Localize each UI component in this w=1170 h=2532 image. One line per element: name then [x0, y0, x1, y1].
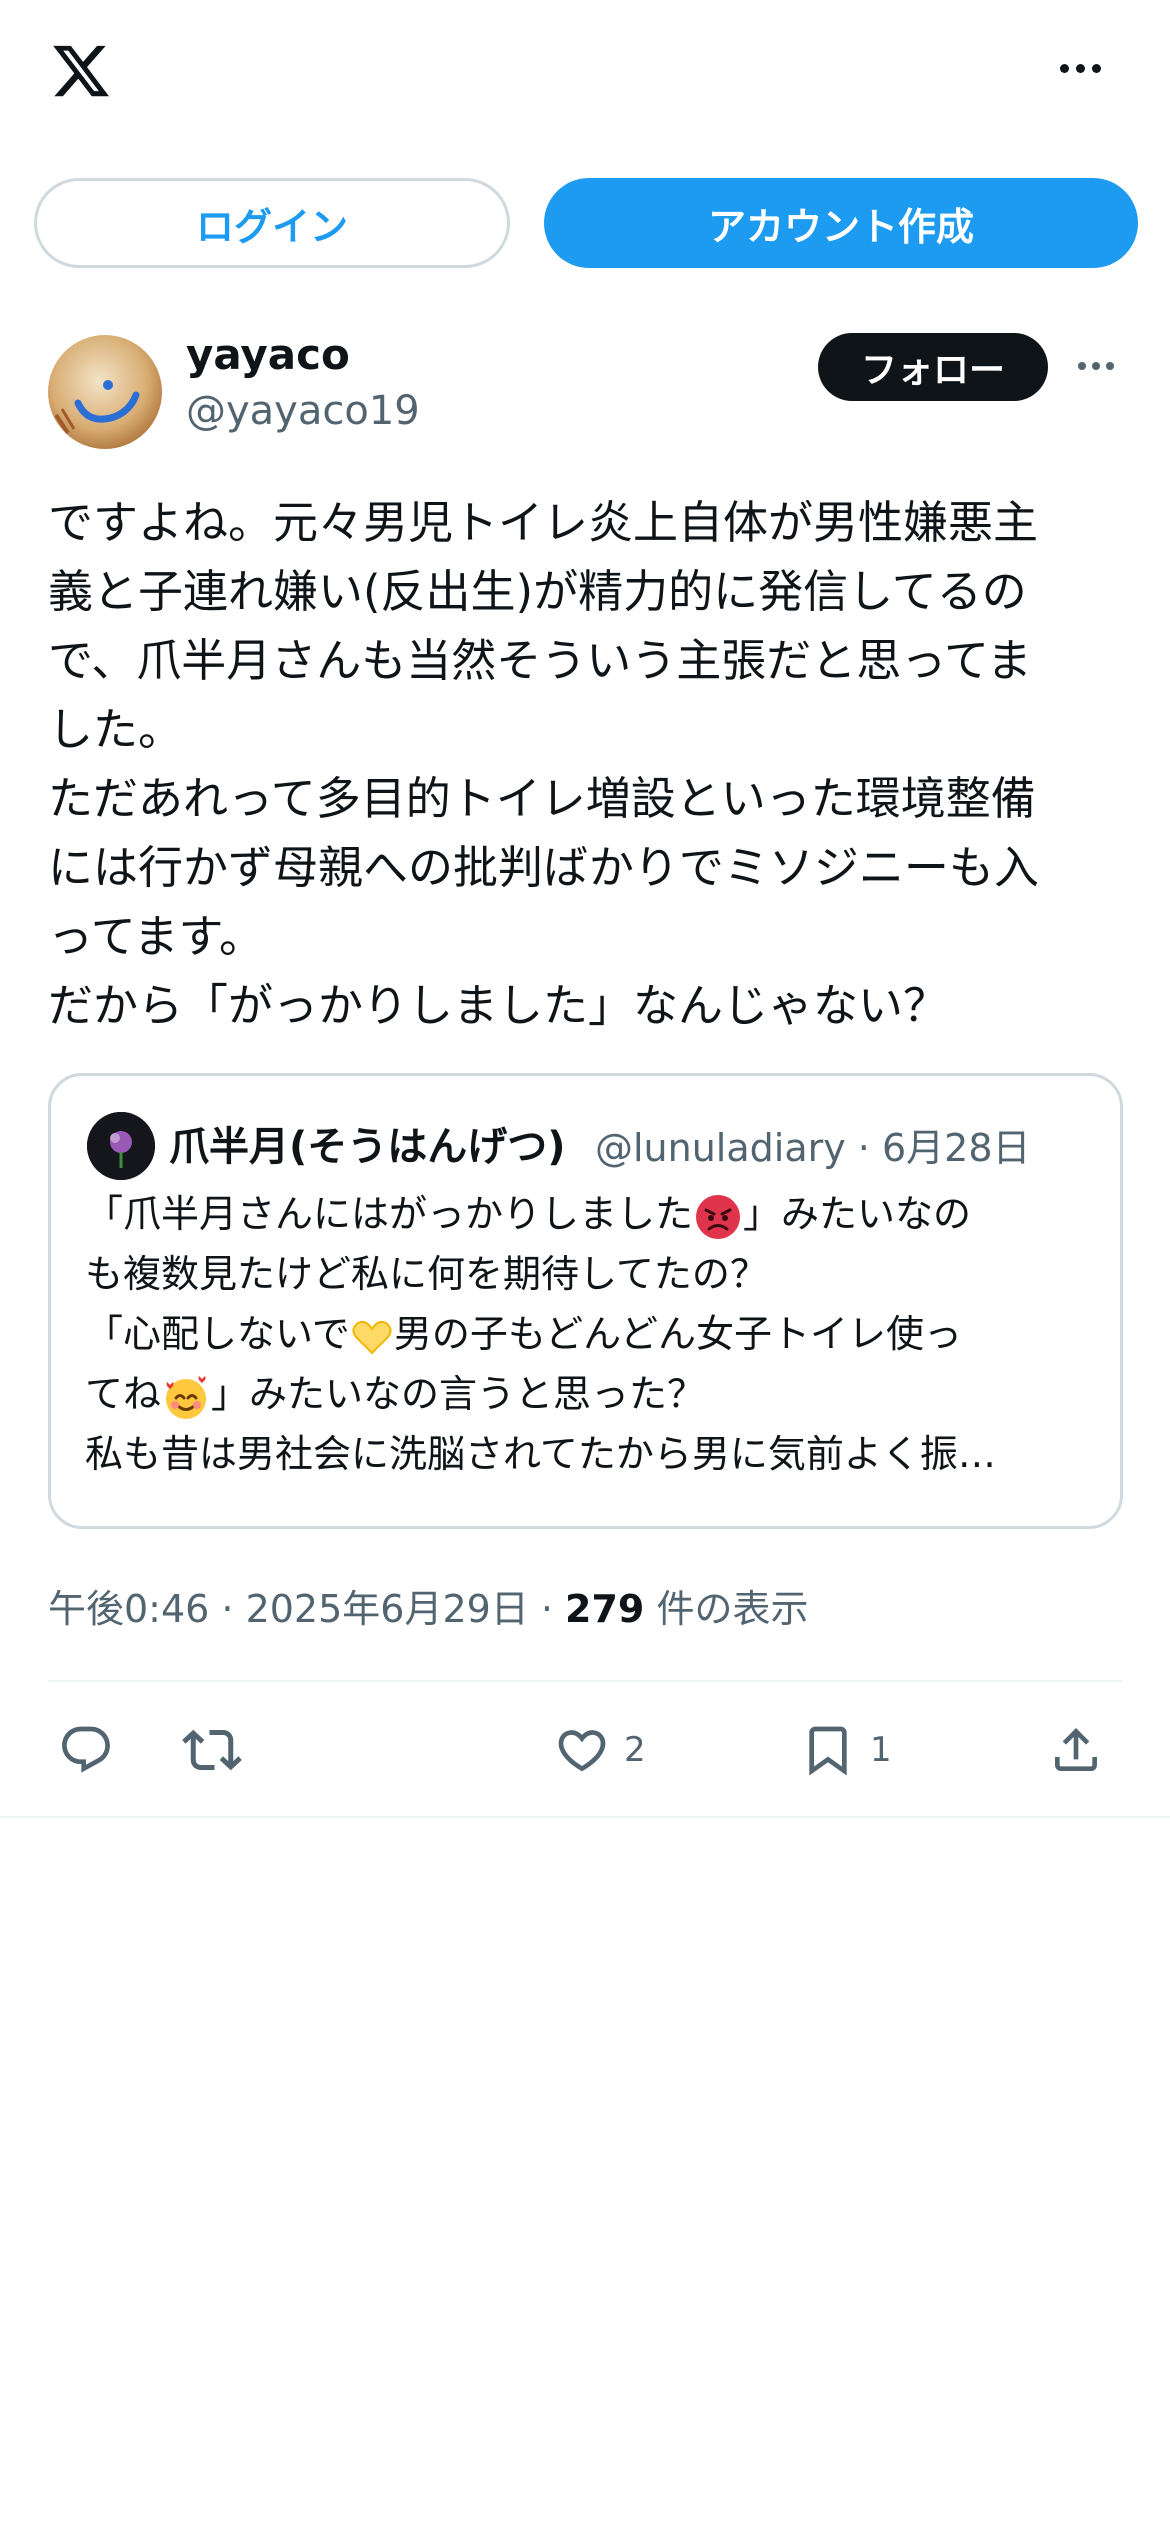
- tweet-text: ですよね。元々男児トイレ炎上自体が男性嫌悪主 義と子連れ嫌い(反出生)が精力的に…: [48, 496, 1039, 1032]
- share-icon: [1055, 1728, 1097, 1771]
- bookmark-icon: [809, 1726, 847, 1776]
- views-label: 件の表示: [644, 1587, 809, 1631]
- auth-buttons: ログイン アカウント作成: [34, 178, 1138, 268]
- signup-button[interactable]: アカウント作成: [544, 178, 1138, 268]
- user-handle[interactable]: @yayaco19: [186, 388, 420, 434]
- login-button[interactable]: ログイン: [34, 178, 510, 268]
- quote-line-4a: てね: [85, 1372, 162, 1416]
- quote-line-1a: 「爪半月さんにはがっかりしました: [85, 1192, 694, 1236]
- quote-line-2: も複数見たけど私に何を期待してたの？: [85, 1252, 768, 1296]
- quote-line-3a: 「心配しないで: [85, 1312, 350, 1356]
- like-button[interactable]: 2: [554, 1715, 646, 1785]
- timestamp-text[interactable]: 午後0:46 · 2025年6月29日 ·: [48, 1587, 565, 1631]
- heart-icon: [558, 1730, 606, 1772]
- display-name[interactable]: yayaco: [186, 330, 350, 379]
- quote-display-name: 爪半月(そうはんげつ): [169, 1124, 566, 1170]
- quote-line-4b: 」みたいなの言うと思った？: [211, 1372, 706, 1416]
- top-bar: [0, 0, 1170, 150]
- more-horizontal-icon[interactable]: [1078, 356, 1122, 376]
- quote-avatar: [87, 1112, 155, 1180]
- quoted-tweet[interactable]: 爪半月(そうはんげつ) @lunuladiary · 6月28日 「爪半月さんに…: [48, 1073, 1123, 1529]
- quote-line-5: 私も昔は男社会に洗脳されてたから男に気前よく振…: [85, 1432, 996, 1476]
- more-horizontal-icon[interactable]: [1060, 58, 1110, 78]
- heart-hands-icon: [352, 1320, 392, 1354]
- avatar[interactable]: [48, 335, 162, 449]
- retweet-button[interactable]: [182, 1715, 242, 1785]
- reply-button[interactable]: [58, 1715, 114, 1785]
- like-count: 2: [624, 1730, 646, 1770]
- share-button[interactable]: [1048, 1715, 1104, 1785]
- x-logo-icon[interactable]: [48, 40, 114, 102]
- follow-button[interactable]: フォロー: [818, 333, 1048, 401]
- quote-line-3b: 男の子もどんどん女子トイレ使っ: [393, 1312, 962, 1356]
- bookmark-count: 1: [870, 1730, 892, 1770]
- divider: [0, 1816, 1170, 1818]
- divider: [48, 1680, 1122, 1682]
- bookmark-button[interactable]: 1: [800, 1715, 892, 1785]
- tweet-header: yayaco @yayaco19 フォロー: [48, 330, 1122, 450]
- reply-icon: [62, 1726, 110, 1773]
- retweet-icon: [182, 1729, 242, 1771]
- views-count: 279: [565, 1587, 645, 1631]
- angry-face-icon: [696, 1194, 741, 1239]
- tweet-timestamp: 午後0:46 · 2025年6月29日 · 279 件の表示: [48, 1578, 808, 1633]
- smiling-hearts-icon: [166, 1375, 207, 1419]
- quote-meta: @lunuladiary · 6月28日: [595, 1126, 1031, 1170]
- quote-text: 「爪半月さんにはがっかりしました 」みたいなの も複数見たけど私に何を期待してたの…: [85, 1184, 1095, 1484]
- quote-line-1b: 」みたいなの: [743, 1192, 972, 1236]
- tweet-actions: 2 1: [48, 1715, 1122, 1785]
